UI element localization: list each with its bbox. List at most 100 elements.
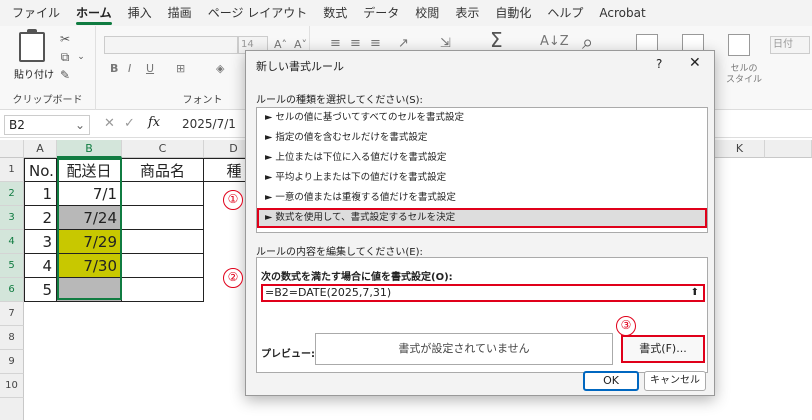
column-header[interactable] bbox=[765, 140, 812, 158]
paste-label: 貼り付け bbox=[14, 70, 54, 81]
paste-button[interactable]: 貼り付け bbox=[14, 29, 54, 81]
tab-help[interactable]: ヘルプ bbox=[539, 0, 591, 26]
formula-value[interactable]: 2025/7/1 bbox=[182, 117, 236, 131]
close-icon[interactable]: ✕ bbox=[689, 55, 701, 71]
fx-icon[interactable]: fx bbox=[148, 115, 160, 130]
collapse-dialog-icon[interactable]: ⬆ bbox=[691, 286, 699, 300]
chevron-down-icon[interactable]: ⌄ bbox=[74, 50, 88, 64]
format-button[interactable]: 書式(F)... bbox=[621, 335, 705, 363]
step-badge-3: ③ bbox=[616, 316, 636, 336]
ok-button[interactable]: OK bbox=[583, 371, 639, 391]
table-header-cell[interactable]: 配送日 bbox=[57, 158, 122, 182]
font-name-select[interactable] bbox=[104, 36, 238, 54]
align-middle-icon[interactable]: ≡ bbox=[350, 36, 361, 51]
italic-button[interactable]: I bbox=[128, 62, 131, 75]
border-icon[interactable]: ⊞ bbox=[176, 62, 185, 75]
table-cell[interactable]: 1 bbox=[24, 182, 57, 206]
cancel-icon[interactable]: ✕ bbox=[104, 116, 115, 131]
formula-label: 次の数式を満たす場合に値を書式設定(O): bbox=[261, 272, 453, 283]
table-cell[interactable] bbox=[122, 182, 204, 206]
table-cell[interactable]: 2 bbox=[24, 206, 57, 230]
fill-color-icon[interactable]: ◈ bbox=[216, 62, 224, 75]
orientation-icon[interactable]: ↗ bbox=[398, 36, 409, 51]
tab-automate[interactable]: 自動化 bbox=[487, 0, 539, 26]
cell-style-icon[interactable] bbox=[728, 34, 750, 56]
row-header[interactable]: 8 bbox=[0, 326, 24, 350]
table-header-cell[interactable]: No. bbox=[24, 158, 57, 182]
table-cell[interactable] bbox=[122, 278, 204, 302]
rule-type-item[interactable]: ► セルの値に基づいてすべてのセルを書式設定 bbox=[257, 108, 707, 128]
format-painter-icon[interactable]: ✎ bbox=[58, 68, 72, 82]
row-header[interactable]: 2 bbox=[0, 182, 24, 206]
table-cell[interactable]: 7/29 bbox=[57, 230, 122, 254]
rule-edit-box: 次の数式を満たす場合に値を書式設定(O): =B2=DATE(2025,7,31… bbox=[256, 257, 708, 373]
column-header[interactable]: B bbox=[57, 140, 122, 158]
table-cell[interactable]: 7/1 bbox=[57, 182, 122, 206]
column-header[interactable]: C bbox=[122, 140, 204, 158]
tab-review[interactable]: 校閲 bbox=[407, 0, 447, 26]
help-button[interactable]: ? bbox=[656, 57, 662, 71]
rule-type-item[interactable]: ► 平均より上または下の値だけを書式設定 bbox=[257, 168, 707, 188]
cut-icon[interactable]: ✂ bbox=[58, 32, 72, 46]
tab-home[interactable]: ホーム bbox=[68, 0, 120, 26]
new-format-rule-dialog: 新しい書式ルール ? ✕ ルールの種類を選択してください(S): ► セルの値に… bbox=[245, 50, 715, 396]
tab-acrobat[interactable]: Acrobat bbox=[591, 0, 653, 26]
table-cell[interactable] bbox=[122, 230, 204, 254]
table-cell[interactable]: 4 bbox=[24, 254, 57, 278]
tab-view[interactable]: 表示 bbox=[447, 0, 487, 26]
underline-button[interactable]: U bbox=[146, 62, 154, 75]
row-header[interactable] bbox=[0, 398, 24, 420]
autosum-icon[interactable]: Σ bbox=[490, 28, 503, 52]
tab-formulas[interactable]: 数式 bbox=[315, 0, 355, 26]
table-cell[interactable] bbox=[122, 206, 204, 230]
table-cell[interactable]: 7/24 bbox=[57, 206, 122, 230]
cell-style-label: セルの スタイル bbox=[726, 64, 763, 85]
clipboard-group-label: クリップボード bbox=[12, 95, 83, 106]
name-box[interactable]: B2 ⌄ bbox=[4, 115, 90, 135]
row-header[interactable]: 6 bbox=[0, 278, 24, 302]
chevron-down-icon[interactable]: ⌄ bbox=[75, 116, 85, 134]
tab-data[interactable]: データ bbox=[355, 0, 407, 26]
sort-filter-icon[interactable]: A↓Z bbox=[540, 34, 569, 49]
row-header[interactable]: 5 bbox=[0, 254, 24, 278]
table-header-cell[interactable]: 商品名 bbox=[122, 158, 204, 182]
table-cell[interactable]: 7/30 bbox=[57, 254, 122, 278]
rule-type-item[interactable]: ► 指定の値を含むセルだけを書式設定 bbox=[257, 128, 707, 148]
edit-rule-label: ルールの内容を編集してください(E): bbox=[256, 247, 423, 258]
row-header[interactable]: 1 bbox=[0, 158, 24, 182]
rule-type-item[interactable]: ► 一意の値または重複する値だけを書式設定 bbox=[257, 188, 707, 208]
tab-draw[interactable]: 描画 bbox=[160, 0, 200, 26]
bold-button[interactable]: B bbox=[110, 62, 118, 75]
row-header[interactable]: 7 bbox=[0, 302, 24, 326]
table-cell[interactable] bbox=[57, 278, 122, 302]
number-format-select[interactable]: 日付 bbox=[770, 36, 810, 54]
table-cell[interactable] bbox=[122, 254, 204, 278]
ribbon-tabs: ファイル ホーム 挿入 描画 ページ レイアウト 数式 データ 校閲 表示 自動… bbox=[0, 0, 812, 26]
tab-file[interactable]: ファイル bbox=[4, 0, 68, 26]
table-cell[interactable]: 5 bbox=[24, 278, 57, 302]
clipboard-icon bbox=[19, 29, 45, 62]
row-header[interactable]: 9 bbox=[0, 350, 24, 374]
cancel-button[interactable]: キャンセル bbox=[644, 371, 706, 391]
tab-page-layout[interactable]: ページ レイアウト bbox=[200, 0, 316, 26]
step-badge-2: ② bbox=[223, 268, 243, 288]
align-bottom-icon[interactable]: ≡ bbox=[370, 36, 381, 51]
row-header[interactable]: 4 bbox=[0, 230, 24, 254]
rule-type-label: ルールの種類を選択してください(S): bbox=[256, 95, 423, 106]
column-header[interactable]: A bbox=[24, 140, 57, 158]
enter-icon[interactable]: ✓ bbox=[124, 116, 135, 131]
tab-insert[interactable]: 挿入 bbox=[120, 0, 160, 26]
formula-input[interactable]: =B2=DATE(2025,7,31) ⬆ bbox=[261, 284, 705, 302]
row-header[interactable]: 3 bbox=[0, 206, 24, 230]
dialog-title: 新しい書式ルール bbox=[256, 60, 344, 73]
table-cell[interactable]: 3 bbox=[24, 230, 57, 254]
align-top-icon[interactable]: ≡ bbox=[330, 36, 341, 51]
rule-type-item[interactable]: ► 上位または下位に入る値だけを書式設定 bbox=[257, 148, 707, 168]
rule-type-item-selected[interactable]: ► 数式を使用して、書式設定するセルを決定 bbox=[257, 208, 707, 228]
copy-icon[interactable]: ⧉ bbox=[58, 50, 72, 64]
row-header[interactable]: 10 bbox=[0, 374, 24, 398]
select-all-corner[interactable] bbox=[0, 140, 24, 158]
step-badge-1: ① bbox=[223, 190, 243, 210]
column-header[interactable]: K bbox=[715, 140, 765, 158]
wrap-text-icon[interactable]: ⇲ bbox=[440, 36, 451, 51]
